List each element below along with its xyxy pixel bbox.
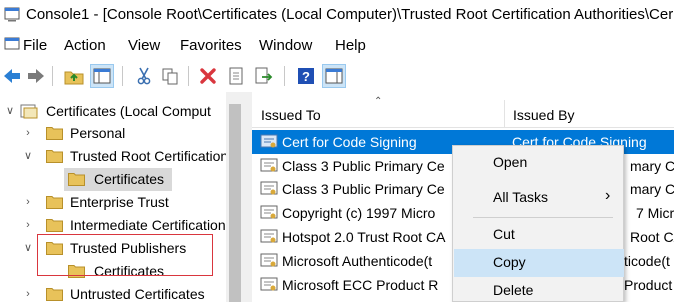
menu-help[interactable]: Help (335, 37, 366, 54)
window-title: Console1 - [Console Root\Certificates (L… (26, 6, 674, 23)
pane-splitter[interactable] (244, 92, 252, 302)
toolbar: ? (0, 60, 674, 92)
issued-to-cell: Class 3 Public Primary Ce (282, 181, 445, 197)
toolbar-separator (188, 66, 189, 86)
folder-icon (46, 127, 63, 140)
export-icon[interactable] (252, 64, 276, 88)
issued-to-cell: Class 3 Public Primary Ce (282, 158, 445, 174)
toolbar-separator (284, 66, 285, 86)
cut-icon[interactable] (132, 64, 156, 88)
tree-scrollbar-thumb[interactable] (229, 104, 241, 302)
annotation-highlight-box (37, 234, 213, 276)
issued-to-cell: Hotspot 2.0 Trust Root CA (282, 229, 446, 245)
folder-icon (46, 196, 63, 209)
issued-by-cell: mary Ce (630, 158, 674, 174)
up-folder-icon[interactable] (62, 64, 86, 88)
tree-item-label: Intermediate Certification (70, 217, 226, 233)
context-menu-cut[interactable]: Cut (454, 221, 624, 249)
tree-item-label: Personal (70, 125, 126, 141)
context-menu: Open All Tasks › Cut Copy Delete (452, 145, 624, 302)
menu-action[interactable]: Action (64, 37, 106, 54)
context-menu-copy[interactable]: Copy (454, 249, 624, 277)
column-header-issued-by[interactable]: Issued By (513, 107, 574, 123)
issued-to-cell: Microsoft ECC Product R (282, 277, 439, 293)
chevron-right-icon[interactable]: › (22, 195, 34, 209)
chevron-right-icon[interactable]: › (22, 218, 34, 232)
chevron-down-icon[interactable]: ∨ (4, 104, 16, 118)
list-header: Issued To Issued By (252, 100, 674, 128)
certificate-icon (260, 134, 278, 148)
forward-icon[interactable] (24, 64, 48, 88)
menu-view[interactable]: View (128, 37, 160, 54)
tree-item-label: Enterprise Trust (70, 194, 169, 210)
issued-by-cell: 7 Micro (636, 205, 674, 221)
context-menu-delete[interactable]: Delete (454, 277, 624, 302)
issued-by-cell: Root CA (630, 229, 674, 245)
tree-item-label: Certificates (Local Comput (46, 103, 211, 119)
menu-file[interactable]: File (23, 37, 47, 54)
menu-separator (473, 217, 613, 218)
tree-item-trusted-root[interactable]: ∨ Trusted Root Certification (0, 145, 229, 168)
issued-by-cell: ticode(t (624, 253, 670, 269)
toolbar-separator (52, 66, 53, 86)
menu-item-label: Cut (493, 226, 515, 242)
menu-item-label: Open (493, 154, 528, 170)
menu-bar: File Action View Favorites Window Help (0, 30, 674, 60)
title-bar: Console1 - [Console Root\Certificates (L… (0, 0, 674, 30)
chevron-down-icon[interactable]: ∨ (22, 241, 34, 255)
show-action-pane-icon[interactable] (322, 64, 346, 88)
issued-to-cell: Cert for Code Signing (282, 134, 417, 150)
help-icon[interactable]: ? (294, 64, 318, 88)
folder-open-icon (46, 150, 63, 163)
issued-by-cell: mary Ce (630, 181, 674, 197)
tree-item-personal[interactable]: › Personal (0, 122, 226, 145)
folder-icon (46, 288, 63, 301)
certificate-icon (260, 253, 278, 267)
tree-item-enterprise-trust[interactable]: › Enterprise Trust (0, 191, 226, 214)
menu-item-label: Copy (493, 254, 526, 270)
certificate-icon (260, 181, 278, 195)
tree-item-trusted-root-certificates[interactable]: Certificates (64, 168, 172, 191)
tree-item-label: Trusted Root Certification (70, 148, 229, 164)
tree-root-certificates[interactable]: ∨ Certificates (Local Comput (0, 100, 226, 123)
tree-item-label: Certificates (94, 171, 165, 187)
menu-item-label: All Tasks (493, 189, 548, 205)
certificate-icon (260, 158, 278, 172)
folder-icon (46, 219, 63, 232)
issued-to-cell: Copyright (c) 1997 Micro (282, 205, 436, 221)
show-hide-tree-icon[interactable] (90, 64, 114, 88)
submenu-arrow-icon: › (605, 187, 611, 204)
properties-icon[interactable] (224, 64, 248, 88)
tree-item-label: Untrusted Certificates (70, 286, 205, 302)
system-menu-icon[interactable] (4, 36, 20, 52)
back-icon[interactable] (0, 64, 24, 88)
svg-text:?: ? (302, 69, 310, 84)
chevron-right-icon[interactable]: › (22, 126, 34, 140)
context-menu-all-tasks[interactable]: All Tasks › (454, 184, 624, 212)
copy-icon[interactable] (158, 64, 182, 88)
folder-icon (68, 173, 85, 186)
tree-item-untrusted[interactable]: › Untrusted Certificates (0, 283, 226, 302)
sort-ascending-icon: ⌃ (374, 96, 383, 107)
issued-to-cell: Microsoft Authenticode(t (282, 253, 433, 269)
menu-item-label: Delete (493, 282, 534, 298)
certificate-icon (260, 229, 278, 243)
menu-favorites[interactable]: Favorites (180, 37, 242, 54)
chevron-right-icon[interactable]: › (22, 287, 34, 301)
context-menu-open[interactable]: Open (454, 149, 624, 177)
certificate-store-icon (20, 104, 38, 119)
toolbar-separator (122, 66, 123, 86)
chevron-down-icon[interactable]: ∨ (22, 149, 34, 163)
column-header-issued-to[interactable]: Issued To (261, 107, 321, 123)
certificate-icon (260, 277, 278, 291)
delete-icon[interactable] (196, 64, 220, 88)
column-divider[interactable] (504, 100, 505, 128)
issued-by-cell: Product R (624, 277, 674, 293)
certificate-icon (260, 205, 278, 219)
menu-window[interactable]: Window (259, 37, 312, 54)
mmc-app-icon (4, 7, 20, 22)
